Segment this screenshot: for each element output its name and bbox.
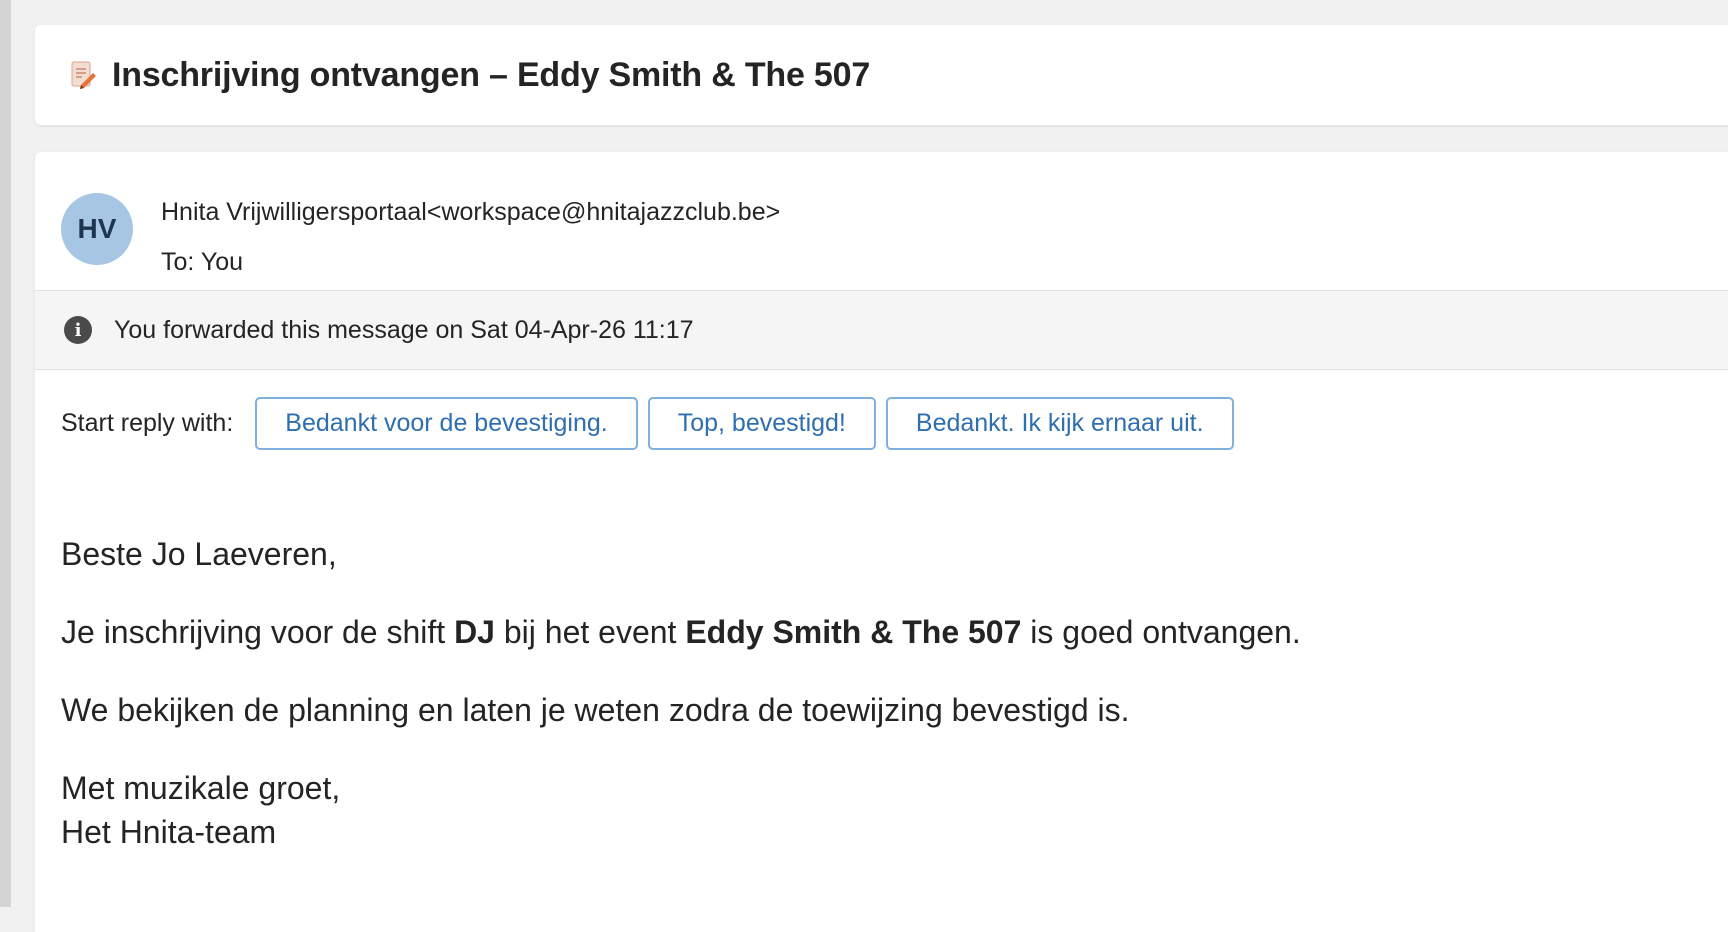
quick-reply-button-3[interactable]: Bedankt. Ik kijk ernaar uit.	[885, 397, 1234, 450]
message-header: HV Hnita Vrijwilligersportaal<workspace@…	[35, 152, 1728, 290]
forwarded-info-text: You forwarded this message on Sat 04-Apr…	[114, 315, 694, 344]
quick-reply-button-1[interactable]: Bedankt voor de bevestiging.	[255, 397, 638, 450]
signature: Het Hnita-team	[61, 814, 277, 850]
quick-reply-button-2[interactable]: Top, bevestigd!	[647, 397, 876, 450]
sender-name[interactable]: Hnita Vrijwilligersportaal	[161, 198, 427, 226]
greeting: Beste Jo Laeveren,	[61, 536, 337, 572]
avatar[interactable]: HV	[61, 193, 133, 265]
body-text: Je inschrijving voor de shift	[61, 614, 455, 650]
left-edge-strip	[0, 0, 11, 907]
sender-line[interactable]: Hnita Vrijwilligersportaal<workspace@hni…	[161, 198, 780, 227]
recipient-line: To: You	[161, 248, 243, 277]
sender-email[interactable]: <workspace@hnitajazzclub.be>	[427, 198, 780, 226]
body-paragraph-1: Je inschrijving voor de shift DJ bij het…	[61, 610, 1301, 654]
message-body: Beste Jo Laeveren, Je inschrijving voor …	[61, 532, 1301, 854]
info-icon: i	[64, 316, 92, 344]
quick-reply-row: Start reply with: Bedankt voor de bevest…	[61, 397, 1244, 450]
edit-document-icon	[68, 60, 98, 90]
closing: Met muzikale groet,	[61, 770, 341, 806]
body-text: is goed ontvangen.	[1021, 614, 1301, 650]
subject-header: Inschrijving ontvangen – Eddy Smith & Th…	[35, 25, 1728, 125]
to-label: To:	[161, 248, 195, 276]
message-card: HV Hnita Vrijwilligersportaal<workspace@…	[35, 152, 1728, 932]
event-name: Eddy Smith & The 507	[685, 614, 1022, 650]
forwarded-info-bar: i You forwarded this message on Sat 04-A…	[35, 290, 1728, 370]
body-paragraph-2: We bekijken de planning en laten je wete…	[61, 692, 1130, 728]
subject-title: Inschrijving ontvangen – Eddy Smith & Th…	[112, 55, 871, 94]
quick-reply-label: Start reply with:	[61, 409, 234, 437]
to-value[interactable]: You	[201, 248, 243, 276]
body-text: bij het event	[494, 614, 686, 650]
shift-name: DJ	[454, 614, 495, 650]
